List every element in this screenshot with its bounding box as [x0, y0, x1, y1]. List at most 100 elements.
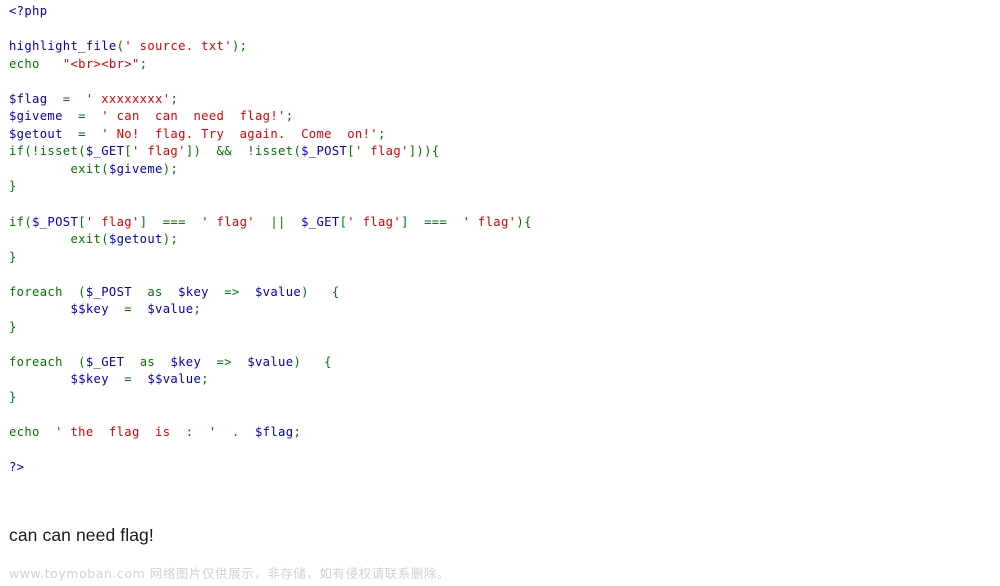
code-token: $value [255, 284, 302, 299]
code-token: ) [301, 284, 309, 299]
code-line: if($_POST[' flag'] === ' flag' || $_GET[… [9, 214, 989, 232]
code-token: $value [155, 372, 202, 387]
code-line: $getout = ' No! flag. Try again. Come on… [9, 126, 989, 144]
code-token: exit [70, 232, 102, 247]
code-token: highlight_file [9, 39, 117, 54]
code-token: ) [516, 214, 525, 229]
code-line: highlight_file(' source. txt'); [9, 38, 989, 56]
code-line: } [9, 389, 989, 407]
code-token: === [408, 214, 463, 229]
code-line: } [9, 178, 989, 196]
code-token: ] [401, 214, 409, 229]
code-token: && ! [201, 144, 255, 159]
code-token: { [308, 284, 340, 299]
code-token: $_POST [32, 214, 79, 229]
code-token: ; [170, 161, 179, 176]
code-token: $_POST [85, 284, 132, 299]
code-token: ( [24, 214, 33, 229]
output-message: can can need flag! [9, 525, 154, 545]
code-token: ) [293, 354, 302, 369]
code-token: exit [70, 161, 102, 176]
code-token: $getout [108, 232, 163, 247]
code-token: ; [139, 56, 148, 71]
code-token: isset [39, 144, 79, 159]
code-token: ; [239, 39, 248, 54]
code-token: ' the flag is : ' [55, 425, 217, 440]
code-token: = [108, 372, 148, 387]
code-token: { [524, 214, 532, 229]
code-token: ( [293, 144, 302, 159]
code-token: ' xxxxxxxx' [85, 91, 171, 106]
code-token: $key [170, 354, 202, 369]
code-token: $value [147, 302, 194, 317]
code-token: <?php [9, 4, 48, 18]
code-line: echo "<br><br>"; [9, 56, 989, 74]
code-line: foreach ($_GET as $key => $value) { [9, 354, 989, 372]
code-token: ; [293, 425, 302, 440]
php-rendered-output: can can need flag! [9, 524, 989, 546]
code-token: ])) [408, 144, 432, 159]
code-token: $_GET [301, 214, 340, 229]
code-token: ( [62, 354, 86, 369]
code-token: $key [178, 284, 209, 299]
code-token: { [431, 144, 440, 159]
code-token: foreach [9, 284, 63, 299]
code-token: ( [78, 144, 86, 159]
code-token: "<br><br>" [62, 56, 140, 71]
code-token: $_GET [85, 354, 125, 369]
code-token: ?> [9, 460, 25, 475]
code-line: $giveme = ' can can need flag!'; [9, 108, 989, 126]
code-line: } [9, 319, 989, 337]
code-token: echo [9, 425, 40, 440]
code-token: $key [78, 302, 109, 317]
code-token: ( [101, 161, 109, 176]
code-token: (! [24, 144, 40, 159]
code-token: } [9, 390, 17, 405]
code-token: [ [347, 144, 355, 159]
code-token: = [62, 109, 102, 124]
code-token: $flag [255, 425, 294, 440]
code-token: = [108, 302, 148, 317]
code-token: $giveme [9, 109, 63, 124]
watermark-text: www.toymoban.com 网络图片仅供展示，非存储，如有侵权请联系删除。 [9, 566, 450, 581]
code-token: ; [170, 232, 179, 247]
code-token: ' flag' [85, 214, 140, 229]
code-token: || [255, 214, 302, 229]
code-line: $flag = ' xxxxxxxx'; [9, 91, 989, 109]
code-token: } [9, 249, 17, 264]
code-line: $$key = $value; [9, 301, 989, 319]
code-token: ; [285, 109, 294, 124]
code-line: echo ' the flag is : ' . $flag; [9, 424, 989, 442]
code-line: ?> [9, 459, 989, 477]
code-token: => [201, 354, 248, 369]
code-token: $key [78, 372, 109, 387]
code-token: $giveme [108, 161, 163, 176]
code-token: ' flag' [347, 214, 402, 229]
code-token: ( [62, 284, 86, 299]
code-token: $_POST [301, 144, 348, 159]
code-token: ; [193, 302, 202, 317]
code-token: ; [201, 372, 209, 387]
code-line: exit($giveme); [9, 161, 989, 179]
code-line: foreach ($_POST as $key => $value) { [9, 284, 989, 302]
code-token: as [139, 354, 156, 369]
code-token: ' flag' [201, 214, 255, 229]
code-token: echo [9, 56, 40, 71]
code-token: [ [78, 214, 86, 229]
code-token: ' can can need flag!' [101, 109, 286, 124]
code-token: $flag [9, 91, 48, 106]
